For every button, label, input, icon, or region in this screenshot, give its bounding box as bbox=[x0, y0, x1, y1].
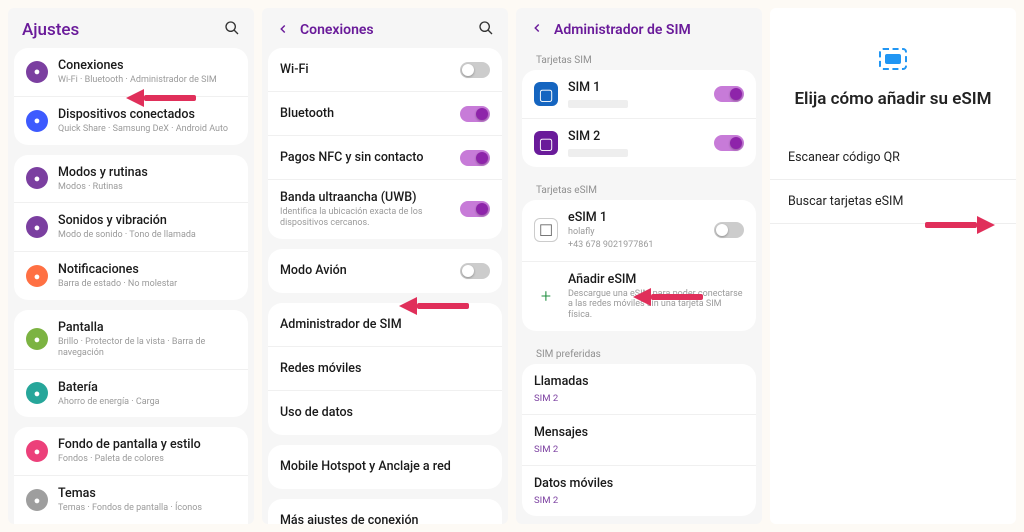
connection-row[interactable]: Más ajustes de conexión bbox=[268, 499, 502, 524]
scan-qr-row[interactable]: Escanear código QR bbox=[770, 136, 1016, 180]
page-title: Administrador de SIM bbox=[554, 22, 748, 38]
toggle[interactable] bbox=[460, 62, 490, 78]
settings-row[interactable]: ● NotificacionesBarra de estado · No mol… bbox=[14, 252, 248, 300]
settings-row[interactable]: ● Sonidos y vibraciónModo de sonido · To… bbox=[14, 203, 248, 252]
page-title: Elija cómo añadir su eSIM bbox=[788, 88, 998, 112]
wifi-icon: ● bbox=[26, 61, 48, 83]
connection-row[interactable]: Redes móviles bbox=[268, 347, 502, 391]
sim-toggle[interactable] bbox=[714, 86, 744, 102]
connection-row[interactable]: Pagos NFC y sin contacto bbox=[268, 136, 502, 180]
devices-icon: ● bbox=[26, 110, 48, 132]
sim-icon: ▢ bbox=[534, 131, 558, 155]
battery-icon: ● bbox=[26, 382, 48, 404]
settings-row[interactable]: ● BateríaAhorro de energía · Carga bbox=[14, 370, 248, 418]
sim-row[interactable]: ▢ SIM 1 bbox=[522, 70, 756, 119]
section-esim: Tarjetas eSIM bbox=[522, 177, 756, 200]
arrow-annotation bbox=[399, 299, 469, 313]
settings-row[interactable]: ● Fondo de pantalla y estiloFondos · Pal… bbox=[14, 427, 248, 476]
settings-screen: Ajustes ● ConexionesWi-Fi · Bluetooth · … bbox=[8, 8, 254, 524]
sim-icon: ▢ bbox=[534, 82, 558, 106]
arrow-annotation bbox=[633, 290, 703, 304]
header: Conexiones bbox=[262, 8, 508, 48]
pref-row[interactable]: Datos móvilesSIM 2 bbox=[522, 466, 756, 516]
connection-row[interactable]: Banda ultraancha (UWB)Identifica la ubic… bbox=[268, 180, 502, 239]
connection-row[interactable]: Mobile Hotspot y Anclaje a red bbox=[268, 445, 502, 489]
sim-manager-screen: Administrador de SIM Tarjetas SIM ▢ SIM … bbox=[516, 8, 762, 524]
search-icon[interactable] bbox=[224, 20, 240, 40]
toggle[interactable] bbox=[460, 263, 490, 279]
connections-list[interactable]: Wi-FiBluetoothPagos NFC y sin contactoBa… bbox=[262, 48, 508, 524]
esim-chip-icon bbox=[879, 48, 907, 70]
plus-icon: + bbox=[534, 286, 558, 307]
search-icon[interactable] bbox=[478, 20, 494, 40]
settings-row[interactable]: ● PantallaBrillo · Protector de la vista… bbox=[14, 310, 248, 370]
settings-row[interactable]: ● Modos y rutinasModos · Rutinas bbox=[14, 155, 248, 204]
routine-icon: ● bbox=[26, 167, 48, 189]
toggle[interactable] bbox=[460, 106, 490, 122]
sim-toggle[interactable] bbox=[714, 135, 744, 151]
sim-row[interactable]: ▢ SIM 2 bbox=[522, 119, 756, 167]
themes-icon: ● bbox=[26, 489, 48, 511]
back-icon[interactable] bbox=[530, 20, 544, 39]
page-title: Conexiones bbox=[300, 22, 468, 38]
bell-icon: ● bbox=[26, 265, 48, 287]
page-title: Ajustes bbox=[22, 20, 214, 40]
connection-row[interactable]: Uso de datos bbox=[268, 391, 502, 435]
toggle[interactable] bbox=[460, 201, 490, 217]
esim-icon: ☐ bbox=[534, 218, 558, 242]
arrow-annotation bbox=[925, 218, 995, 232]
pref-row[interactable]: LlamadasSIM 2 bbox=[522, 364, 756, 415]
arrow-annotation bbox=[126, 91, 196, 105]
back-icon[interactable] bbox=[276, 21, 290, 40]
sim-list[interactable]: Tarjetas SIM ▢ SIM 1 ▢ SIM 2 Tarjetas eS… bbox=[516, 47, 762, 524]
header-block: Elija cómo añadir su eSIM bbox=[770, 8, 1016, 136]
esim-carrier: holafly bbox=[568, 227, 704, 238]
header: Administrador de SIM bbox=[516, 8, 762, 47]
connection-row[interactable]: Bluetooth bbox=[268, 92, 502, 136]
add-esim-screen: Elija cómo añadir su eSIM Escanear códig… bbox=[770, 8, 1016, 524]
display-icon: ● bbox=[26, 328, 48, 350]
settings-list[interactable]: ● ConexionesWi-Fi · Bluetooth · Administ… bbox=[8, 48, 254, 524]
esim-label: eSIM 1 bbox=[568, 210, 704, 225]
connection-row[interactable]: Wi-Fi bbox=[268, 48, 502, 92]
connections-screen: Conexiones Wi-FiBluetoothPagos NFC y sin… bbox=[262, 8, 508, 524]
connection-row[interactable]: Modo Avión bbox=[268, 249, 502, 293]
section-sim: Tarjetas SIM bbox=[522, 47, 756, 70]
settings-row[interactable]: ● TemasTemas · Fondos de pantalla · Ícon… bbox=[14, 476, 248, 524]
header: Ajustes bbox=[8, 8, 254, 48]
toggle[interactable] bbox=[460, 150, 490, 166]
esim-row[interactable]: ☐ eSIM 1 holafly +43 678 9021977861 bbox=[522, 200, 756, 262]
section-preferred: SIM preferidas bbox=[522, 341, 756, 364]
sound-icon: ● bbox=[26, 216, 48, 238]
wallpaper-icon: ● bbox=[26, 440, 48, 462]
add-esim-title: Añadir eSIM bbox=[568, 272, 744, 287]
pref-row[interactable]: MensajesSIM 2 bbox=[522, 415, 756, 466]
esim-number: +43 678 9021977861 bbox=[568, 240, 704, 251]
esim-toggle[interactable] bbox=[714, 222, 744, 238]
